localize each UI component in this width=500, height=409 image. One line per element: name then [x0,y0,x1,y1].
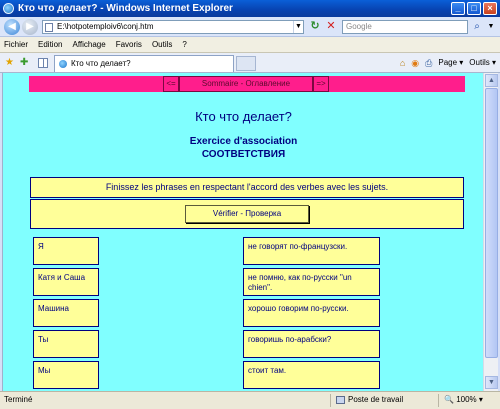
feeds-icon[interactable]: ◉ [411,57,419,69]
vertical-scrollbar[interactable]: ▲ ▼ [483,73,498,391]
ending-cell[interactable]: не говорят по-французски. [243,237,380,265]
page-menu-label: Page [438,58,458,67]
search-input[interactable]: Google [342,20,468,34]
back-button[interactable]: ◀ [4,19,20,35]
page-navbar: <= Sommaire - Оглавление => [29,76,465,92]
tools-menu[interactable]: Outils ▾ [469,57,496,69]
scroll-up-icon[interactable]: ▲ [485,74,498,87]
subject-cell[interactable]: Я [33,237,99,265]
print-icon[interactable]: ⎙ [425,57,432,69]
computer-icon [336,396,345,404]
window-title: Кто что делает? - Windows Internet Explo… [18,3,233,14]
page-icon [45,23,53,32]
tab-page-icon [59,60,67,68]
menu-edit[interactable]: Edition [38,40,62,49]
address-toolbar: ◀ ▶ E:\hotpotemploiv6\conj.htm ▼ ↻ ✕ Goo… [0,17,500,37]
subtitle-french: Exercice d'association [189,136,298,147]
new-tab-button[interactable] [236,56,256,71]
status-divider [438,394,439,407]
address-input[interactable]: E:\hotpotemploiv6\conj.htm ▼ [42,20,304,34]
menu-file[interactable]: Fichier [4,40,28,49]
search-placeholder: Google [346,22,372,31]
subject-cell[interactable]: Ты [33,330,99,358]
address-url: E:\hotpotemploiv6\conj.htm [57,22,154,31]
maximize-button[interactable]: □ [467,2,481,15]
menu-help[interactable]: ? [182,40,186,49]
refresh-icon[interactable]: ↻ [308,20,322,34]
page-viewport: <= Sommaire - Оглавление => Кто что дела… [2,73,483,391]
menu-tools[interactable]: Outils [152,40,172,49]
zoom-level: 100% [456,395,477,404]
ending-cell[interactable]: хорошо говорим по-русски. [243,299,380,327]
exercise-subtitle: Exercice d'association СООТВЕТСТВИЯ [3,135,483,161]
ie-logo-icon [3,3,14,14]
prev-page-button[interactable]: <= [163,76,179,92]
status-bar: Terminé Poste de travail 🔍 100% ▾ [0,391,500,409]
command-bar: ⌂ ◉ ⎙ Page ▾ Outils ▾ [400,57,496,69]
quick-tabs-icon[interactable] [38,58,48,68]
tab-active[interactable]: Кто что делает? [54,55,234,72]
status-divider [330,394,331,407]
menu-favorites[interactable]: Favoris [116,40,142,49]
scroll-down-icon[interactable]: ▼ [485,376,498,389]
zone-label: Poste de travail [348,395,404,404]
ending-cell[interactable]: стоит там. [243,361,380,389]
stop-icon[interactable]: ✕ [324,20,338,34]
home-icon[interactable]: ⌂ [400,57,405,69]
subject-cell[interactable]: Машина [33,299,99,327]
search-dropdown-icon[interactable]: ▼ [486,20,496,34]
ending-cell[interactable]: не помню, как по-русски "un chien". [243,268,380,296]
scroll-thumb[interactable] [485,88,498,358]
subject-cell[interactable]: Катя и Саша [33,268,99,296]
subtitle-russian: СООТВЕТСТВИЯ [201,149,286,160]
next-page-button[interactable]: => [313,76,329,92]
favorites-star-icon[interactable]: ★ [5,57,14,68]
menu-bar: Fichier Edition Affichage Favoris Outils… [0,37,500,53]
add-favorite-icon[interactable]: ✚ [20,57,28,68]
ending-cell[interactable]: говоришь по-арабски? [243,330,380,358]
status-text: Terminé [4,395,33,404]
subject-cell[interactable]: Мы [33,361,99,389]
forward-button[interactable]: ▶ [22,19,38,35]
check-panel: Vérifier - Проверка [30,199,464,229]
check-button[interactable]: Vérifier - Проверка [185,205,309,223]
contents-button[interactable]: Sommaire - Оглавление [179,76,313,92]
tools-menu-label: Outils [469,58,490,67]
address-dropdown-icon[interactable]: ▼ [293,21,303,33]
tab-bar: ★ ✚ Кто что делает? ⌂ ◉ ⎙ Page ▾ Outils … [0,53,500,73]
menu-view[interactable]: Affichage [72,40,105,49]
title-bar: Кто что делает? - Windows Internet Explo… [0,0,500,17]
security-zone[interactable]: Poste de travail [336,392,403,408]
close-button[interactable]: × [483,2,497,15]
tab-label: Кто что делает? [71,59,131,68]
search-icon[interactable]: ⌕ [470,20,484,34]
zoom-control[interactable]: 🔍 100% ▾ [444,392,483,408]
window-controls: _ □ × [451,2,497,15]
instructions: Finissez les phrases en respectant l'acc… [30,177,464,198]
page-menu[interactable]: Page ▾ [438,57,463,69]
page-title: Кто что делает? [195,109,292,124]
minimize-button[interactable]: _ [451,2,465,15]
